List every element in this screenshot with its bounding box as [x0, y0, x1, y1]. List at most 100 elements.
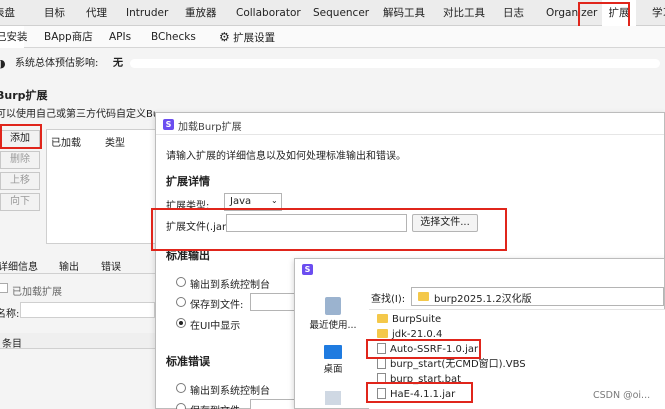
tab-sequencer[interactable]: Sequencer [313, 0, 369, 26]
tab-output[interactable]: 输出 [59, 258, 79, 273]
tab-intruder[interactable]: Intruder [126, 0, 168, 26]
stderr-file-radio[interactable] [176, 403, 186, 409]
place-desktop[interactable]: 桌面 [305, 345, 361, 375]
extension-details-title: 扩展详情 [166, 175, 210, 188]
file-item[interactable]: Auto-SSRF-1.0.jar [377, 343, 478, 357]
stdout-file-input[interactable] [250, 293, 300, 311]
impact-label: 系统总体预估影响: [15, 58, 99, 69]
select-file-button[interactable]: 选择文件... [412, 214, 478, 232]
dialog-intro: 请输入扩展的详细信息以及如何处理标准输出和错误。 [166, 151, 406, 162]
loaded-checkbox[interactable] [0, 283, 8, 293]
column-loaded[interactable]: 已加载 [51, 134, 81, 149]
tab-errors[interactable]: 错误 [101, 258, 121, 273]
name-field[interactable] [20, 302, 155, 318]
folder-icon [377, 329, 388, 338]
file-item[interactable]: burp_start(无CMD窗口).VBS [377, 358, 526, 372]
column-type[interactable]: 类型 [105, 134, 125, 149]
extension-type-value: Java [230, 196, 252, 207]
tab-organizer[interactable]: Organizer [546, 0, 597, 26]
up-label: 上移 [10, 175, 30, 186]
stdout-file-label: 保存到文件: [190, 300, 244, 311]
recent-icon [325, 297, 341, 315]
tab-decoder[interactable]: 解码工具 [383, 0, 425, 26]
tab-comparer[interactable]: 对比工具 [443, 0, 485, 26]
subtab-bapp-store[interactable]: BApp商店 [44, 26, 93, 48]
stdout-file-radio[interactable] [176, 297, 186, 307]
extension-file-label: 扩展文件(.jar) [166, 222, 230, 233]
extension-type-select[interactable]: Java ⌄ [224, 193, 282, 211]
file-item[interactable]: burp_start.bat [377, 373, 461, 387]
burp-extensions-title: Burp扩展 [0, 89, 48, 102]
subtab-installed[interactable]: 已安装 [0, 26, 28, 48]
place-recent[interactable]: 最近使用... [305, 297, 361, 331]
move-up-button[interactable]: 上移 [0, 172, 40, 190]
dialog-titlebar[interactable]: S 加载Burp扩展 [156, 113, 664, 135]
detail-tab-bar: 详细信息 输出 错误 [0, 254, 155, 274]
tab-collaborator[interactable]: Collaborator [236, 0, 301, 26]
burp-app-icon: S [302, 264, 313, 275]
tab-label: 表盘 [0, 7, 15, 19]
tab-extensions[interactable]: 扩展 [602, 0, 636, 26]
stderr-file-label: 保存到文件: [190, 402, 243, 409]
tab-label: Collaborator [236, 7, 301, 19]
file-item[interactable]: jdk-21.0.4 [377, 328, 442, 342]
look-in-select[interactable]: burp2025.1.2汉化版 [411, 287, 664, 306]
extension-file-input[interactable] [226, 214, 407, 232]
file-chooser-dialog: S 查找(I): burp2025.1.2汉化版 最近使用... 桌面 Burp… [294, 258, 665, 409]
main-tab-bar: 表盘 目标 代理 Intruder 重放器 Collaborator Seque… [0, 0, 665, 26]
tab-target[interactable]: 目标 [44, 0, 65, 26]
down-label: 向下 [10, 196, 30, 207]
file-name: jdk-21.0.4 [392, 329, 443, 340]
stderr-console-radio[interactable] [176, 383, 186, 393]
subtab-bchecks[interactable]: BChecks [151, 26, 196, 48]
gear-icon: ⚙ [219, 30, 230, 44]
tab-proxy[interactable]: 代理 [86, 0, 107, 26]
file-item[interactable]: HaE-4.1.1.jar [377, 388, 455, 402]
file-name: burp_start(无CMD窗口).VBS [390, 359, 526, 370]
stdout-ui-label: 在UI中显示 [190, 321, 241, 332]
tab-logger[interactable]: 日志 [503, 0, 524, 26]
tab-label: 日志 [503, 7, 524, 19]
dialog-title: 加载Burp扩展 [178, 122, 242, 133]
tab-label: 扩展 [608, 7, 630, 19]
name-label: 名称: [0, 309, 20, 320]
remove-extension-button[interactable]: 删除 [0, 151, 40, 169]
select-file-label: 选择文件... [420, 217, 470, 228]
impact-bar [130, 59, 660, 68]
script-file-icon [377, 358, 386, 369]
tab-label: 重放器 [185, 7, 217, 19]
file-name: HaE-4.1.1.jar [390, 389, 456, 400]
tab-repeater[interactable]: 重放器 [185, 0, 217, 26]
entries-label: 条目 [2, 339, 22, 350]
stdout-ui-radio[interactable] [176, 318, 186, 328]
desktop-label: 桌面 [323, 364, 343, 375]
extension-type-label: 扩展类型: [166, 201, 210, 212]
subtab-apis[interactable]: APIs [109, 26, 131, 48]
file-item[interactable]: BurpSuite [377, 313, 441, 327]
remove-label: 删除 [10, 154, 30, 165]
desktop-icon [324, 345, 342, 359]
jar-file-icon [377, 388, 386, 399]
tab-details[interactable]: 详细信息 [0, 258, 38, 273]
tab-label: 解码工具 [383, 7, 425, 19]
computer-icon [325, 391, 341, 405]
file-name: BurpSuite [392, 314, 442, 325]
add-label: 添加 [10, 133, 30, 144]
stderr-file-input[interactable] [250, 399, 300, 409]
burp-app-icon: S [163, 119, 174, 130]
subtab-label: 扩展设置 [233, 32, 276, 44]
file-name: burp_start.bat [390, 374, 462, 385]
stdout-console-radio[interactable] [176, 277, 186, 287]
tab-label: 学习 [652, 7, 665, 19]
tab-learn[interactable]: 学习 [652, 0, 665, 26]
look-in-value: burp2025.1.2汉化版 [434, 294, 532, 305]
subtab-extension-settings[interactable]: ⚙ 扩展设置 [219, 26, 275, 48]
stderr-title: 标准错误 [166, 355, 210, 368]
tab-dashboard[interactable]: 表盘 [0, 0, 26, 26]
move-down-button[interactable]: 向下 [0, 193, 40, 211]
add-extension-button[interactable]: 添加 [0, 130, 40, 148]
tab-label: Sequencer [313, 7, 370, 19]
extensions-table[interactable]: 已加载 类型 [46, 129, 158, 244]
loaded-checkbox-label: 已加载扩展 [12, 287, 62, 298]
folder-icon [377, 314, 388, 323]
